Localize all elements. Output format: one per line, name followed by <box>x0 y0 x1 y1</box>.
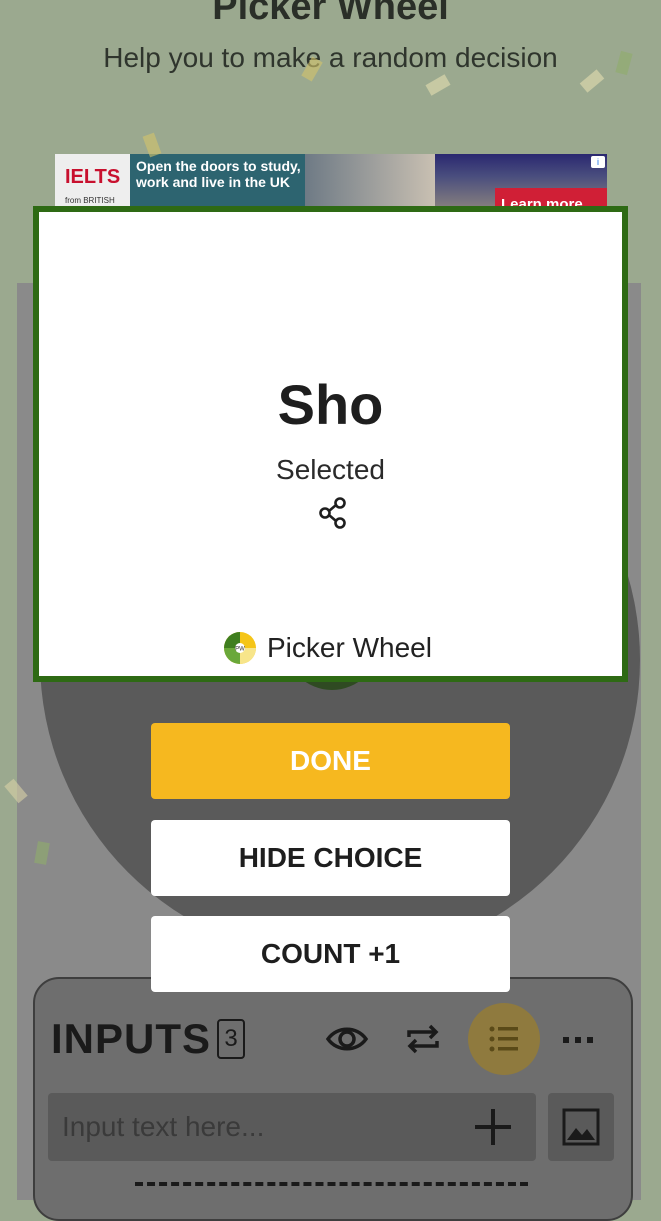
ad-info-icon[interactable]: i <box>591 156 605 168</box>
app-subtitle: Help you to make a random decision <box>103 42 558 73</box>
inputs-title: INPUTS <box>51 1015 212 1062</box>
app-title: Picker Wheel <box>212 0 449 28</box>
page-header: Picker Wheel Help you to make a random d… <box>0 0 661 150</box>
list-icon[interactable] <box>482 1017 526 1061</box>
divider <box>135 1182 528 1186</box>
inputs-count-badge: 3 <box>217 1019 245 1059</box>
picker-wheel-logo: PW <box>224 632 256 664</box>
plus-icon[interactable] <box>473 1107 513 1147</box>
inputs-panel: INPUTS 3 <box>33 977 633 1221</box>
done-button[interactable]: DONE <box>151 723 510 799</box>
add-image-button[interactable] <box>548 1093 614 1161</box>
hide-choice-button[interactable]: HIDE CHOICE <box>151 820 510 896</box>
eye-icon[interactable] <box>325 1017 369 1061</box>
count-button[interactable]: COUNT +1 <box>151 916 510 992</box>
brand-name: Picker Wheel <box>267 632 432 663</box>
image-icon <box>562 1108 600 1146</box>
ad-logo: IELTS <box>65 166 121 188</box>
selected-result: Sho <box>277 373 384 436</box>
more-icon[interactable] <box>563 1017 599 1061</box>
result-modal: Sho Selected PW Picker Wheel <box>33 206 628 682</box>
shuffle-icon[interactable] <box>401 1017 445 1061</box>
svg-text:PW: PW <box>235 647 245 653</box>
brand: PW Picker Wheel <box>223 630 432 666</box>
ad-text: Open the doors to study, work and live i… <box>136 158 301 190</box>
share-icon[interactable] <box>318 496 348 530</box>
result-status: Selected <box>276 454 385 485</box>
input-text-field[interactable] <box>48 1093 536 1161</box>
